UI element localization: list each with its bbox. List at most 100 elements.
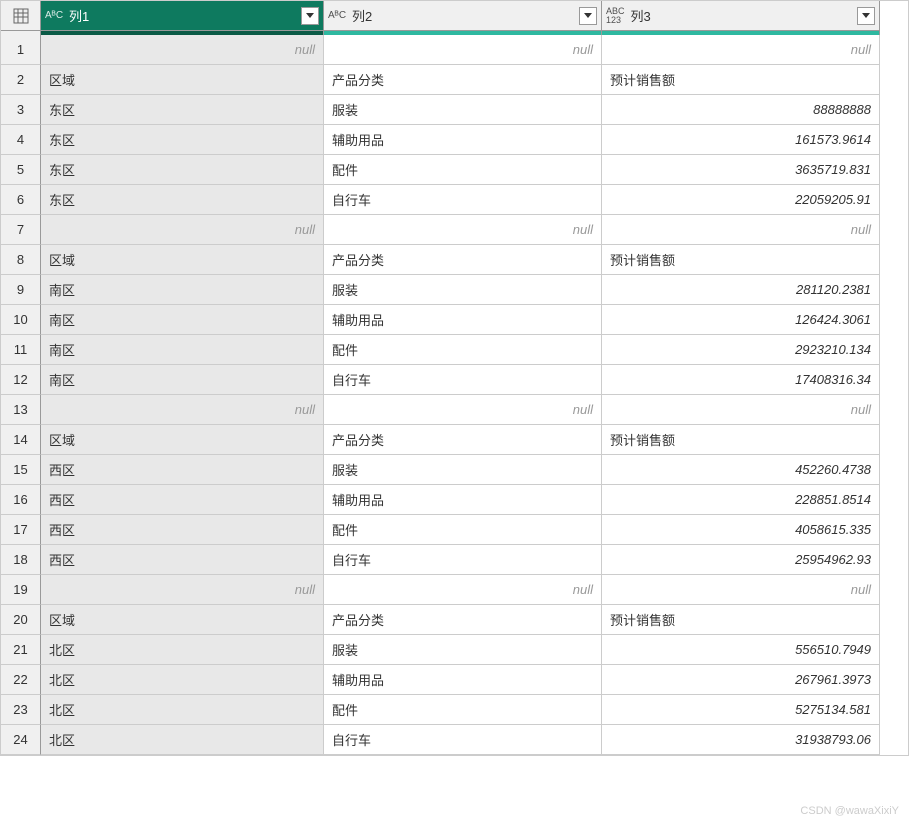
cell[interactable]: 服装 bbox=[324, 95, 602, 125]
column-header-3[interactable]: ABC123 列3 bbox=[602, 1, 880, 31]
cell[interactable]: 东区 bbox=[41, 95, 324, 125]
table-row[interactable]: 20区域产品分类预计销售额 bbox=[1, 605, 908, 635]
table-row[interactable]: 21北区服装556510.7949 bbox=[1, 635, 908, 665]
column-header-1[interactable]: AᴮC 列1 bbox=[41, 1, 324, 31]
cell[interactable]: 配件 bbox=[324, 155, 602, 185]
table-row[interactable]: 6东区自行车22059205.91 bbox=[1, 185, 908, 215]
cell[interactable]: 区域 bbox=[41, 245, 324, 275]
cell[interactable]: 自行车 bbox=[324, 365, 602, 395]
row-number[interactable]: 21 bbox=[1, 635, 41, 665]
row-number[interactable]: 1 bbox=[1, 35, 41, 65]
cell[interactable]: null bbox=[324, 395, 602, 425]
row-number[interactable]: 7 bbox=[1, 215, 41, 245]
cell[interactable]: 5275134.581 bbox=[602, 695, 880, 725]
row-number[interactable]: 12 bbox=[1, 365, 41, 395]
table-row[interactable]: 14区域产品分类预计销售额 bbox=[1, 425, 908, 455]
cell[interactable]: 西区 bbox=[41, 485, 324, 515]
cell[interactable]: 北区 bbox=[41, 725, 324, 755]
row-number[interactable]: 6 bbox=[1, 185, 41, 215]
cell[interactable]: 228851.8514 bbox=[602, 485, 880, 515]
cell[interactable]: 3635719.831 bbox=[602, 155, 880, 185]
row-number[interactable]: 2 bbox=[1, 65, 41, 95]
table-row[interactable]: 18西区自行车25954962.93 bbox=[1, 545, 908, 575]
cell[interactable]: null bbox=[324, 575, 602, 605]
cell[interactable]: null bbox=[324, 35, 602, 65]
cell[interactable]: 南区 bbox=[41, 305, 324, 335]
table-row[interactable]: 4东区辅助用品161573.9614 bbox=[1, 125, 908, 155]
table-row[interactable]: 12南区自行车17408316.34 bbox=[1, 365, 908, 395]
table-row[interactable]: 8区域产品分类预计销售额 bbox=[1, 245, 908, 275]
cell[interactable]: 452260.4738 bbox=[602, 455, 880, 485]
cell[interactable]: 267961.3973 bbox=[602, 665, 880, 695]
row-number[interactable]: 24 bbox=[1, 725, 41, 755]
row-number[interactable]: 9 bbox=[1, 275, 41, 305]
cell[interactable]: 556510.7949 bbox=[602, 635, 880, 665]
cell[interactable]: 南区 bbox=[41, 335, 324, 365]
cell[interactable]: 东区 bbox=[41, 185, 324, 215]
cell[interactable]: 2923210.134 bbox=[602, 335, 880, 365]
table-row[interactable]: 22北区辅助用品267961.3973 bbox=[1, 665, 908, 695]
cell[interactable]: 产品分类 bbox=[324, 65, 602, 95]
column-header-2[interactable]: AᴮC 列2 bbox=[324, 1, 602, 31]
cell[interactable]: 88888888 bbox=[602, 95, 880, 125]
cell[interactable]: 服装 bbox=[324, 275, 602, 305]
table-row[interactable]: 24北区自行车31938793.06 bbox=[1, 725, 908, 755]
table-row[interactable]: 3东区服装88888888 bbox=[1, 95, 908, 125]
cell[interactable]: null bbox=[602, 35, 880, 65]
cell[interactable]: null bbox=[41, 215, 324, 245]
cell[interactable]: 北区 bbox=[41, 665, 324, 695]
cell[interactable]: 南区 bbox=[41, 365, 324, 395]
cell[interactable]: 西区 bbox=[41, 545, 324, 575]
cell[interactable]: 产品分类 bbox=[324, 245, 602, 275]
cell[interactable]: 辅助用品 bbox=[324, 485, 602, 515]
cell[interactable]: null bbox=[602, 575, 880, 605]
cell[interactable]: 服装 bbox=[324, 635, 602, 665]
row-number[interactable]: 8 bbox=[1, 245, 41, 275]
cell[interactable]: 25954962.93 bbox=[602, 545, 880, 575]
table-row[interactable]: 11南区配件2923210.134 bbox=[1, 335, 908, 365]
cell[interactable]: 自行车 bbox=[324, 185, 602, 215]
row-number[interactable]: 3 bbox=[1, 95, 41, 125]
table-row[interactable]: 2区域产品分类预计销售额 bbox=[1, 65, 908, 95]
cell[interactable]: 126424.3061 bbox=[602, 305, 880, 335]
cell[interactable]: 配件 bbox=[324, 335, 602, 365]
cell[interactable]: null bbox=[41, 575, 324, 605]
cell[interactable]: 预计销售额 bbox=[602, 245, 880, 275]
row-number[interactable]: 17 bbox=[1, 515, 41, 545]
cell[interactable]: 西区 bbox=[41, 515, 324, 545]
cell[interactable]: 281120.2381 bbox=[602, 275, 880, 305]
row-number[interactable]: 13 bbox=[1, 395, 41, 425]
cell[interactable]: 南区 bbox=[41, 275, 324, 305]
cell[interactable]: null bbox=[41, 395, 324, 425]
column-filter-button[interactable] bbox=[857, 7, 875, 25]
cell[interactable]: 自行车 bbox=[324, 725, 602, 755]
row-number[interactable]: 10 bbox=[1, 305, 41, 335]
table-row[interactable]: 23北区配件5275134.581 bbox=[1, 695, 908, 725]
table-row[interactable]: 7nullnullnull bbox=[1, 215, 908, 245]
cell[interactable]: 区域 bbox=[41, 65, 324, 95]
cell[interactable]: 161573.9614 bbox=[602, 125, 880, 155]
table-row[interactable]: 1nullnullnull bbox=[1, 35, 908, 65]
row-number[interactable]: 4 bbox=[1, 125, 41, 155]
cell[interactable]: null bbox=[602, 395, 880, 425]
cell[interactable]: 辅助用品 bbox=[324, 665, 602, 695]
row-number[interactable]: 22 bbox=[1, 665, 41, 695]
row-number[interactable]: 11 bbox=[1, 335, 41, 365]
cell[interactable]: 17408316.34 bbox=[602, 365, 880, 395]
cell[interactable]: 东区 bbox=[41, 155, 324, 185]
cell[interactable]: 预计销售额 bbox=[602, 605, 880, 635]
table-corner[interactable] bbox=[1, 1, 41, 31]
cell[interactable]: 22059205.91 bbox=[602, 185, 880, 215]
table-row[interactable]: 16西区辅助用品228851.8514 bbox=[1, 485, 908, 515]
table-row[interactable]: 9南区服装281120.2381 bbox=[1, 275, 908, 305]
cell[interactable]: 4058615.335 bbox=[602, 515, 880, 545]
cell[interactable]: 区域 bbox=[41, 605, 324, 635]
row-number[interactable]: 23 bbox=[1, 695, 41, 725]
row-number[interactable]: 19 bbox=[1, 575, 41, 605]
cell[interactable]: 配件 bbox=[324, 515, 602, 545]
cell[interactable]: 西区 bbox=[41, 455, 324, 485]
cell[interactable]: 东区 bbox=[41, 125, 324, 155]
cell[interactable]: 配件 bbox=[324, 695, 602, 725]
row-number[interactable]: 16 bbox=[1, 485, 41, 515]
row-number[interactable]: 18 bbox=[1, 545, 41, 575]
